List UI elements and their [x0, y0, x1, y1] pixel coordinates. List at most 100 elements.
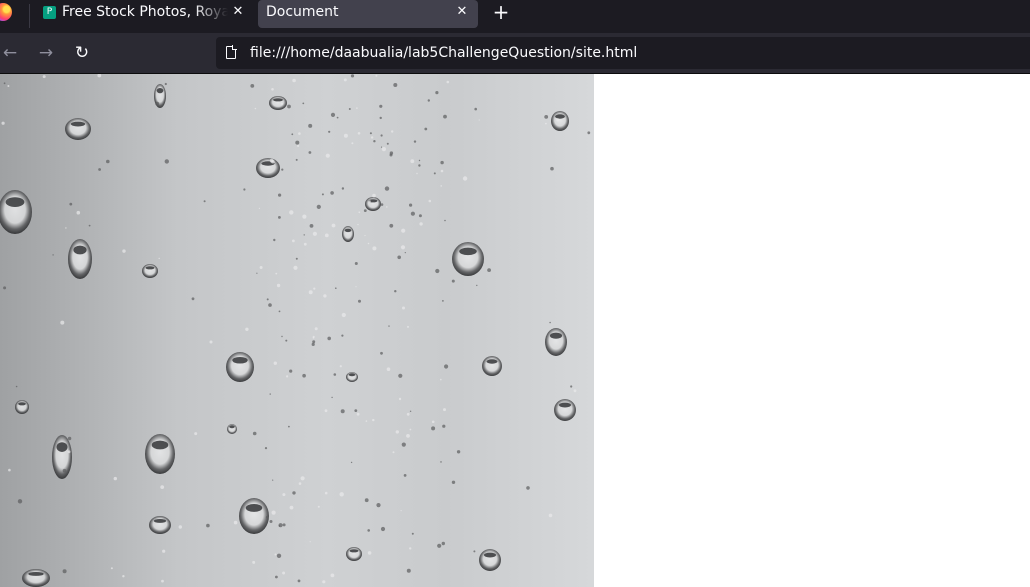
speckle	[308, 290, 313, 295]
speckle	[380, 351, 383, 355]
speckle	[280, 102, 284, 105]
speckle	[339, 492, 344, 497]
speckle	[440, 160, 444, 165]
speckle	[297, 579, 301, 583]
back-button[interactable]: ←	[0, 43, 20, 63]
droplet-shadow	[555, 114, 565, 119]
speckle	[341, 334, 344, 337]
water-droplet	[226, 352, 254, 382]
water-droplet	[256, 158, 280, 178]
speckle	[431, 426, 436, 431]
speckle	[440, 461, 442, 463]
speckle	[162, 549, 166, 553]
speckle	[367, 529, 371, 532]
speckle	[526, 486, 530, 490]
speckle	[269, 520, 273, 523]
speckle	[295, 257, 298, 260]
speckle	[245, 327, 249, 331]
reload-button[interactable]: ↻	[72, 43, 92, 63]
speckle	[264, 447, 268, 450]
speckle	[354, 262, 358, 265]
speckle	[65, 227, 67, 229]
speckle	[350, 74, 355, 78]
speckle	[358, 299, 361, 303]
page-icon[interactable]	[226, 45, 237, 59]
speckle	[364, 498, 369, 503]
address-bar[interactable]: file:///home/daabualia/lab5ChallengeQues…	[216, 37, 1030, 69]
speckle	[407, 325, 409, 328]
speckle	[424, 127, 428, 131]
speckle	[281, 168, 284, 171]
droplet-shadow	[232, 356, 248, 364]
forward-button[interactable]: →	[36, 43, 56, 63]
speckle	[292, 78, 296, 83]
speckle	[444, 364, 449, 369]
speckle	[266, 298, 269, 301]
speckle	[298, 132, 301, 135]
speckle	[302, 102, 305, 105]
speckle	[52, 254, 54, 256]
speckle	[325, 153, 330, 158]
speckle	[375, 74, 378, 77]
speckle	[17, 499, 23, 504]
close-icon[interactable]: ✕	[454, 4, 470, 20]
speckle	[462, 176, 468, 181]
speckle	[269, 393, 271, 395]
water-droplet	[149, 516, 171, 534]
speckle	[354, 409, 358, 412]
speckle	[252, 560, 256, 564]
speckle	[419, 222, 423, 226]
speckle	[324, 491, 328, 495]
speckle	[256, 272, 258, 274]
speckle	[431, 420, 435, 424]
speckle	[275, 575, 278, 579]
speckle	[276, 283, 281, 288]
url-text[interactable]: file:///home/daabualia/lab5ChallengeQues…	[250, 44, 637, 62]
water-droplet	[22, 569, 50, 587]
speckle	[335, 287, 337, 289]
speckle	[413, 140, 417, 143]
close-icon[interactable]: ✕	[230, 4, 246, 20]
speckle	[401, 228, 406, 233]
speckle	[400, 510, 402, 512]
speckle	[289, 369, 293, 373]
speckle	[106, 159, 110, 164]
speckle	[76, 210, 81, 215]
new-tab-button[interactable]: +	[491, 2, 511, 22]
firefox-icon[interactable]	[0, 3, 12, 21]
speckle	[336, 116, 339, 119]
speckle	[398, 373, 403, 378]
speckle	[398, 397, 402, 401]
speckle	[209, 340, 213, 344]
speckle	[322, 580, 326, 584]
speckle	[62, 569, 67, 574]
speckle	[478, 119, 480, 121]
speckle	[442, 424, 446, 428]
speckle	[158, 257, 160, 260]
speckle	[272, 479, 274, 481]
speckle	[254, 107, 257, 110]
speckle	[365, 420, 368, 422]
water-droplet	[365, 197, 381, 211]
speckle	[271, 510, 276, 515]
droplet-shadow	[245, 503, 263, 512]
speckle	[250, 84, 255, 88]
speckle	[409, 428, 412, 431]
speckle	[381, 147, 386, 152]
speckle	[278, 310, 281, 313]
speckle	[297, 144, 300, 147]
speckle	[443, 114, 447, 119]
speckle	[7, 85, 10, 87]
tab-title: Document	[266, 4, 339, 20]
speckle	[440, 185, 443, 187]
speckle	[285, 339, 288, 342]
speckle	[328, 130, 331, 133]
speckle	[550, 166, 554, 171]
tab-stock-photos[interactable]: P Free Stock Photos, Royalty Free Stock …	[34, 0, 250, 28]
speckle	[442, 300, 444, 302]
tab-document[interactable]: Document ✕	[258, 0, 478, 28]
speckle	[122, 575, 125, 578]
speckle	[409, 547, 412, 550]
speckle	[474, 107, 478, 111]
speckle	[60, 320, 65, 325]
